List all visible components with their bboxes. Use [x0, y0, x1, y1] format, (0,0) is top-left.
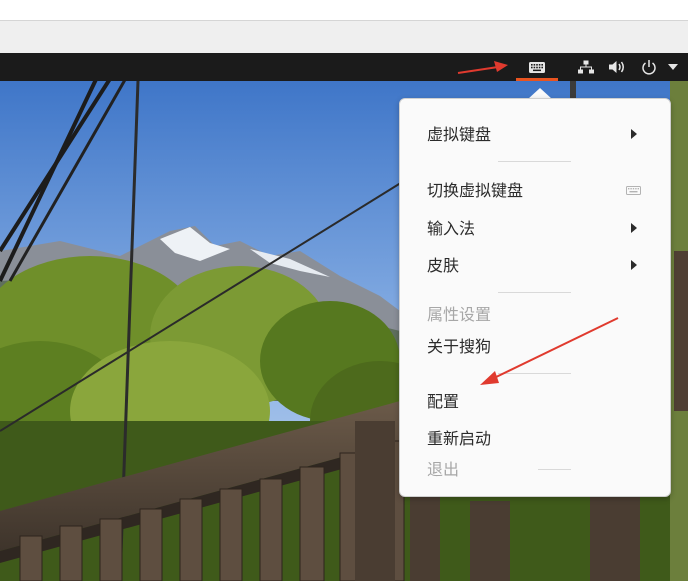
menu-item-about-sogou[interactable]: 关于搜狗 — [427, 336, 491, 358]
volume-indicator[interactable] — [606, 53, 628, 81]
network-icon — [578, 60, 594, 74]
submenu-arrow-icon — [631, 260, 637, 270]
menu-item-skin[interactable]: 皮肤 — [427, 255, 459, 277]
input-method-menu: 虚拟键盘 切换虚拟键盘 输入法 皮肤 属性设置 关于搜狗 配置 重新启动 退出 — [399, 98, 671, 497]
menu-item-exit[interactable]: 退出 — [427, 459, 459, 481]
menu-item-configure[interactable]: 配置 — [427, 391, 459, 413]
network-indicator[interactable] — [576, 53, 596, 81]
top-panel — [0, 53, 688, 81]
window-toolbar — [0, 20, 688, 53]
menu-item-restart[interactable]: 重新启动 — [427, 428, 491, 450]
menu-item-properties: 属性设置 — [427, 305, 492, 324]
menu-item-input-method[interactable]: 输入法 — [427, 218, 475, 240]
menu-item-toggle-virtual-keyboard[interactable]: 切换虚拟键盘 — [427, 180, 523, 202]
keyboard-icon — [626, 186, 641, 195]
top-strip — [0, 0, 688, 20]
menu-item-virtual-keyboard[interactable]: 虚拟键盘 — [427, 124, 491, 146]
menu-separator — [498, 373, 571, 374]
menu-separator — [538, 469, 571, 470]
menu-separator — [498, 292, 571, 293]
power-indicator[interactable] — [638, 53, 660, 81]
menu-separator — [498, 161, 571, 162]
keyboard-indicator[interactable] — [516, 53, 558, 81]
keyboard-icon — [529, 61, 545, 73]
volume-icon — [609, 61, 624, 73]
submenu-arrow-icon — [631, 223, 637, 233]
chevron-down-icon — [668, 64, 678, 70]
submenu-arrow-icon — [631, 129, 637, 139]
system-menu-toggle[interactable] — [664, 53, 682, 81]
power-icon — [642, 60, 656, 75]
